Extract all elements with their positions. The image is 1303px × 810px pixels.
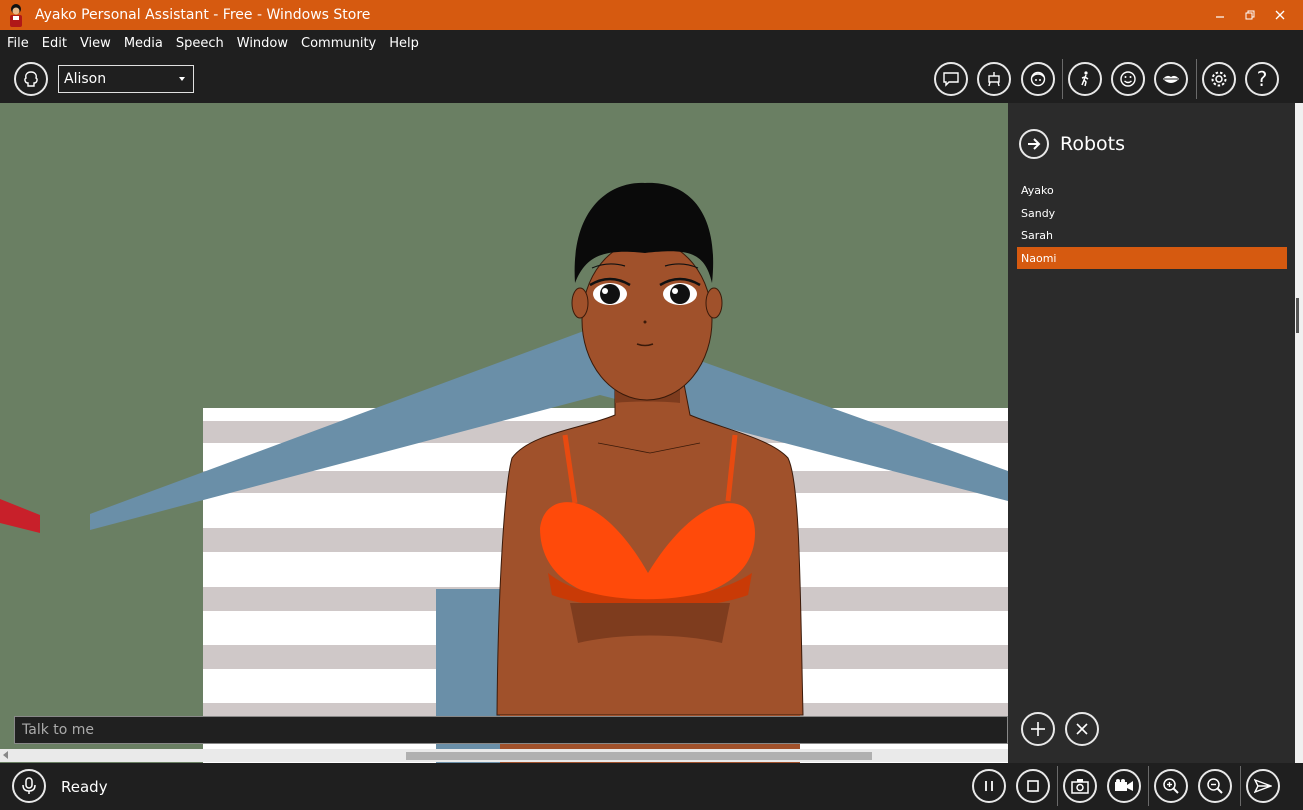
app-logo-icon	[5, 2, 27, 28]
talk-input-placeholder: Talk to me	[22, 722, 95, 738]
chat-icon[interactable]	[934, 62, 968, 96]
menu-media[interactable]: Media	[118, 36, 169, 51]
statusbar-divider	[1240, 766, 1241, 806]
menu-bar: File Edit View Media Speech Window Commu…	[0, 30, 1303, 56]
pause-icon[interactable]	[972, 769, 1006, 803]
statusbar-divider	[1057, 766, 1058, 806]
vertical-scrollbar[interactable]	[1295, 103, 1303, 763]
arrow-right-icon[interactable]	[1019, 129, 1049, 159]
robot-item-sarah[interactable]: Sarah	[1017, 224, 1287, 246]
panel-title: Robots	[1060, 133, 1126, 155]
add-icon[interactable]	[1021, 712, 1055, 746]
smile-icon[interactable]	[1111, 62, 1145, 96]
minimize-icon[interactable]	[1205, 0, 1235, 30]
send-icon[interactable]	[1246, 769, 1280, 803]
camera-icon[interactable]	[1063, 769, 1097, 803]
avatar-viewport[interactable]	[0, 103, 1008, 763]
menu-window[interactable]: Window	[231, 36, 294, 51]
talk-input[interactable]: Talk to me	[14, 716, 1008, 744]
menu-view[interactable]: View	[74, 36, 117, 51]
robots-panel: Robots Ayako Sandy Sarah Naomi	[1008, 103, 1295, 763]
menu-file[interactable]: File	[1, 36, 35, 51]
stop-icon[interactable]	[1016, 769, 1050, 803]
menu-community[interactable]: Community	[295, 36, 382, 51]
scroll-left-icon[interactable]	[3, 751, 8, 759]
menu-speech[interactable]: Speech	[170, 36, 230, 51]
menu-edit[interactable]: Edit	[36, 36, 73, 51]
robot-item-naomi[interactable]: Naomi	[1017, 247, 1287, 269]
remove-icon[interactable]	[1065, 712, 1099, 746]
close-icon[interactable]	[1265, 0, 1295, 30]
settings-icon[interactable]	[1202, 62, 1236, 96]
avatar-scene	[0, 103, 1008, 763]
window-title: Ayako Personal Assistant - Free - Window…	[35, 7, 371, 23]
toolbar-divider	[1062, 59, 1063, 99]
statusbar-divider	[1148, 766, 1149, 806]
toolbar-divider	[1196, 59, 1197, 99]
zoom-in-icon[interactable]	[1154, 769, 1188, 803]
walk-icon[interactable]	[1068, 62, 1102, 96]
scrollbar-thumb[interactable]	[406, 752, 872, 760]
toolbar	[0, 56, 1303, 103]
character-select-value: Alison	[64, 71, 107, 87]
chevron-down-icon	[179, 77, 185, 81]
title-bar: Ayako Personal Assistant - Free - Window…	[0, 0, 1303, 30]
face-icon[interactable]	[1021, 62, 1055, 96]
robot-icon[interactable]	[977, 62, 1011, 96]
robot-item-sandy[interactable]: Sandy	[1017, 202, 1287, 224]
microphone-icon[interactable]	[12, 769, 46, 803]
character-select[interactable]: Alison	[58, 65, 194, 93]
menu-help[interactable]: Help	[383, 36, 425, 51]
zoom-out-icon[interactable]	[1198, 769, 1232, 803]
status-text: Ready	[61, 778, 108, 796]
scrollbar-thumb[interactable]	[1296, 298, 1299, 333]
video-icon[interactable]	[1107, 769, 1141, 803]
brain-icon[interactable]	[14, 62, 48, 96]
robot-item-ayako[interactable]: Ayako	[1017, 179, 1287, 201]
lips-icon[interactable]	[1154, 62, 1188, 96]
help-icon[interactable]: ?	[1245, 62, 1279, 96]
restore-icon[interactable]	[1235, 0, 1265, 30]
